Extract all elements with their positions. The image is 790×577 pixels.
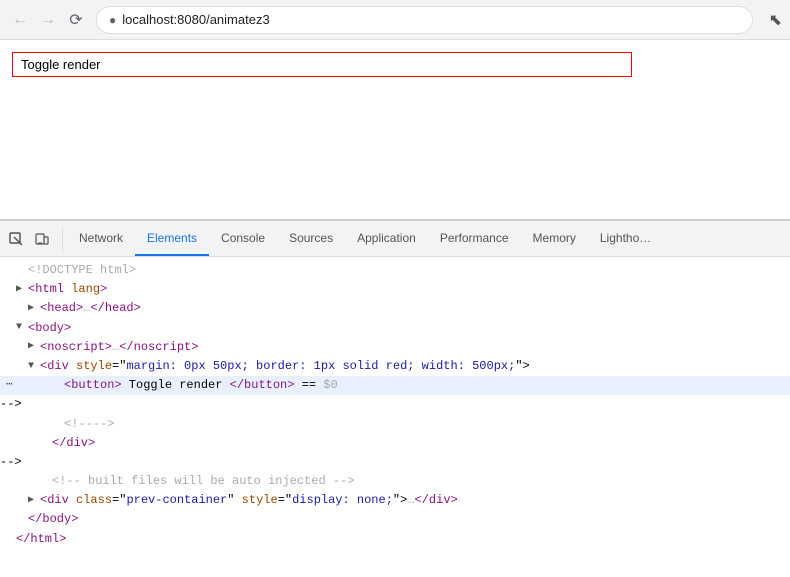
code-line-div2: <div class =" prev-container " style =" … [0,491,790,510]
nav-buttons: ← → ⟳ [8,8,88,32]
devtools-panel: Network Elements Console Sources Applica… [0,220,790,577]
page-content: Toggle render [0,40,790,220]
prev-container-triangle[interactable] [28,493,40,509]
address-bar[interactable]: ● localhost:8080/animatez3 [96,6,753,34]
code-line-body: <body> [0,319,790,338]
tab-lighthouse[interactable]: Lightho… [588,221,663,256]
tab-network[interactable]: Network [67,221,135,256]
toggle-render-button[interactable]: Toggle render [12,52,632,77]
body-triangle[interactable] [16,320,28,336]
code-line-noscript: <noscript> … </noscript> [0,338,790,357]
reload-button[interactable]: ⟳ [64,8,88,32]
html-triangle[interactable] [16,282,28,298]
code-line-html: <html lang > [0,280,790,299]
lock-icon: ● [109,13,116,27]
code-line-head: <head> … </head> [0,299,790,318]
devtools-toolbar: Network Elements Console Sources Applica… [0,221,790,257]
tab-elements[interactable]: Elements [135,221,209,256]
code-line-button[interactable]: ⋯ <button> Toggle render </button> == $0 [0,376,790,395]
code-line-doctype: <!DOCTYPE html> [0,261,790,280]
head-triangle[interactable] [28,301,40,317]
three-dots-icon: ⋯ [6,377,13,395]
tab-performance[interactable]: Performance [428,221,521,256]
tab-console[interactable]: Console [209,221,277,256]
forward-button[interactable]: → [36,8,60,32]
div-triangle[interactable] [28,359,40,375]
browser-toolbar: ← → ⟳ ● localhost:8080/animatez3 ⬉ [0,0,790,40]
tab-application[interactable]: Application [345,221,428,256]
tab-sources[interactable]: Sources [277,221,345,256]
device-icon[interactable] [30,227,54,251]
code-line-comment2: <!-- built files will be auto injected -… [0,472,790,491]
code-line-div-open: <div style =" margin: 0px 50px; border: … [0,357,790,376]
code-line-comment1: <!----> [0,415,790,434]
code-line-div-close: </div> [0,434,790,453]
noscript-triangle[interactable] [28,339,40,355]
devtools-icon-group [4,227,63,251]
devtools-tabs: Network Elements Console Sources Applica… [67,221,663,256]
cursor-icon: ⬉ [769,10,782,30]
code-line-html-close: </html> [0,530,790,549]
url-text: localhost:8080/animatez3 [122,12,739,27]
code-line-body-close: </body> [0,510,790,529]
tab-memory[interactable]: Memory [521,221,588,256]
devtools-elements-panel[interactable]: <!DOCTYPE html> <html lang > <head> … </… [0,257,790,577]
back-button[interactable]: ← [8,8,32,32]
inspector-icon[interactable] [4,227,28,251]
